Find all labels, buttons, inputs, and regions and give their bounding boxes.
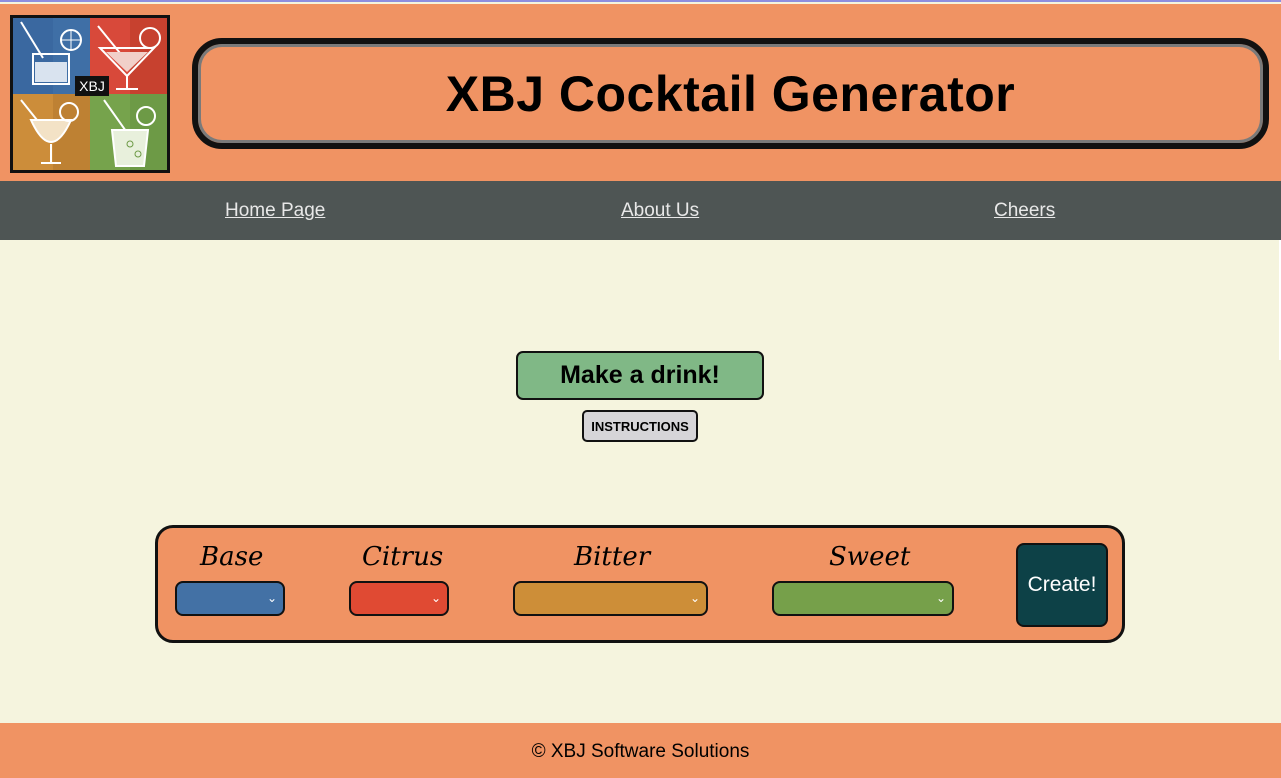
page-title: XBJ Cocktail Generator xyxy=(445,65,1016,122)
footer-copyright: © XBJ Software Solutions xyxy=(531,740,750,762)
instructions-button[interactable]: INSTRUCTIONS xyxy=(582,410,698,442)
footer: © XBJ Software Solutions xyxy=(0,723,1281,778)
make-drink-button[interactable]: Make a drink! xyxy=(516,351,764,400)
logo: XBJ xyxy=(10,15,170,173)
base-label: Base xyxy=(200,542,264,572)
header: XBJ XBJ Cocktail Generator xyxy=(0,4,1281,181)
citrus-label: Citrus xyxy=(362,542,444,572)
sweet-label: Sweet xyxy=(829,542,911,572)
chevron-down-icon: ⌄ xyxy=(267,591,278,605)
wine-glass-icon xyxy=(20,94,90,170)
nav-bar: Home Page About Us Cheers xyxy=(0,181,1281,240)
logo-badge: XBJ xyxy=(75,76,109,96)
nav-link-about[interactable]: About Us xyxy=(621,200,699,222)
title-banner: XBJ Cocktail Generator xyxy=(192,38,1269,149)
sweet-select[interactable]: ⌄ xyxy=(772,581,954,616)
base-select[interactable]: ⌄ xyxy=(175,581,285,616)
nav-link-home[interactable]: Home Page xyxy=(225,200,325,222)
citrus-select[interactable]: ⌄ xyxy=(349,581,449,616)
bitter-select[interactable]: ⌄ xyxy=(513,581,708,616)
chevron-down-icon: ⌄ xyxy=(936,591,947,605)
ingredient-panel: Base ⌄ Citrus ⌄ Bitter ⌄ Sweet ⌄ Create! xyxy=(155,525,1125,643)
create-button[interactable]: Create! xyxy=(1016,543,1108,627)
bitter-label: Bitter xyxy=(574,542,651,572)
chevron-down-icon: ⌄ xyxy=(690,591,701,605)
logo-quadrant-green xyxy=(90,94,167,170)
chevron-down-icon: ⌄ xyxy=(431,591,442,605)
tumbler-glass-icon xyxy=(90,94,156,170)
logo-quadrant-orange xyxy=(13,94,90,170)
nav-link-cheers[interactable]: Cheers xyxy=(994,200,1055,222)
